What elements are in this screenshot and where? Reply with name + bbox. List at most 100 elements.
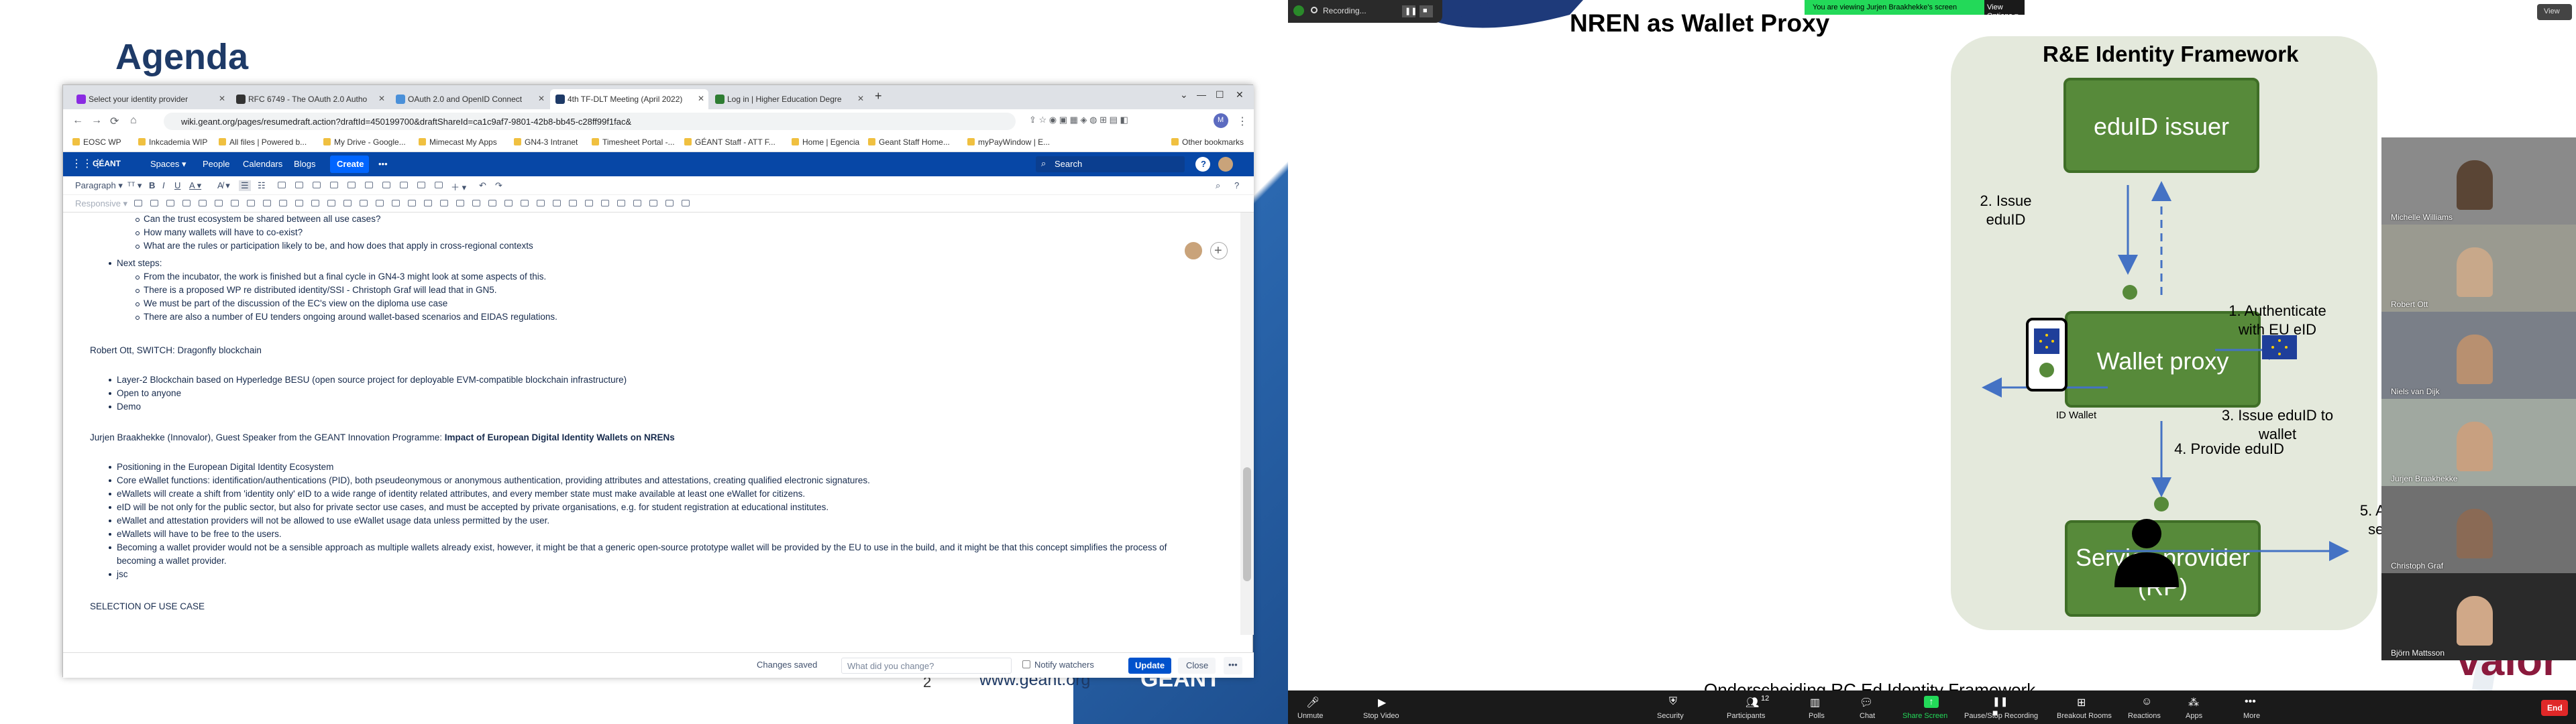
bookmark[interactable]: Home | Egencia — [792, 137, 859, 147]
align-right-icon[interactable] — [365, 182, 373, 188]
chevron-down-icon[interactable]: ⌄ — [1180, 89, 1188, 101]
list-item[interactable]: We must be part of the discussion of the… — [135, 297, 447, 310]
close-window-icon[interactable]: ✕ — [1236, 89, 1244, 101]
maximize-icon[interactable]: ☐ — [1216, 89, 1224, 101]
list-item[interactable]: Demo — [108, 400, 141, 414]
list-item[interactable]: There are also a number of EU tenders on… — [136, 310, 557, 324]
bold-button[interactable]: B — [149, 180, 155, 190]
table-tool-icon[interactable] — [327, 200, 335, 206]
list-item[interactable]: From the incubator, the work is finished… — [135, 270, 546, 284]
paragraph-select[interactable]: Paragraph ▾ — [75, 180, 123, 191]
nav-blogs[interactable]: Blogs — [294, 159, 316, 169]
table-tool-icon[interactable] — [665, 200, 674, 206]
list-item[interactable]: eID will be not only for the public sect… — [108, 501, 828, 514]
redo-icon[interactable]: ↷ — [495, 180, 502, 191]
help-icon[interactable]: ? — [1234, 180, 1239, 190]
minimize-icon[interactable]: — — [1197, 89, 1206, 100]
table-tool-icon[interactable] — [617, 200, 625, 206]
more-button[interactable]: More — [2243, 712, 2260, 720]
nav-spaces[interactable]: Spaces ▾ — [150, 159, 186, 170]
reactions-button[interactable]: Reactions — [2128, 712, 2161, 720]
update-button[interactable]: Update — [1128, 658, 1171, 674]
image-icon[interactable] — [435, 182, 443, 188]
table-tool-icon[interactable] — [472, 200, 480, 206]
outdent-icon[interactable] — [313, 182, 321, 188]
table-tool-icon[interactable] — [247, 200, 255, 206]
list-item[interactable]: How many wallets will have to co-exist? — [135, 226, 303, 239]
participant-video[interactable]: Björn Mattsson — [2381, 573, 2576, 660]
security-button[interactable]: Security — [1657, 712, 1684, 720]
view-button[interactable]: View — [2537, 4, 2572, 20]
bookmark[interactable]: My Drive - Google... — [323, 137, 406, 147]
participant-video[interactable]: Jurjen Braakhekke — [2381, 399, 2576, 486]
new-tab-icon[interactable]: + — [875, 89, 882, 103]
browser-tab[interactable]: Select your identity provider ✕ — [71, 89, 229, 109]
table-tool-icon[interactable] — [649, 200, 657, 206]
table-tool-icon[interactable] — [408, 200, 416, 206]
paragraph[interactable]: SELECTION OF USE CASE — [90, 600, 205, 613]
paragraph[interactable]: Jurjen Braakhekke (Innovalor), Guest Spe… — [90, 431, 675, 444]
nav-people[interactable]: People — [203, 159, 229, 169]
scrollbar-thumb[interactable] — [1243, 467, 1251, 581]
table-tool-icon[interactable] — [585, 200, 593, 206]
table-icon[interactable] — [417, 182, 425, 188]
layout-icon[interactable] — [382, 182, 390, 188]
table-tool-icon[interactable] — [504, 200, 513, 206]
list-item[interactable]: eWallets will create a shift from 'ident… — [108, 487, 805, 501]
scrollbar[interactable] — [1240, 213, 1254, 635]
confluence-logo[interactable]: GÉANT — [93, 159, 121, 168]
pause-stop-recording-button[interactable]: Pause/Stop Recording — [1964, 712, 2038, 720]
table-tool-icon[interactable] — [553, 200, 561, 206]
list-item[interactable]: What are the rules or participation like… — [136, 239, 533, 253]
bullet-list-button[interactable]: ☰ — [239, 180, 251, 191]
browser-tab[interactable]: Log in | Higher Education Degre ✕ — [710, 89, 868, 109]
table-tool-icon[interactable] — [360, 200, 368, 206]
table-tool-icon[interactable] — [263, 200, 271, 206]
bookmark[interactable]: Mimecast My Apps — [419, 137, 497, 147]
table-tool-icon[interactable] — [569, 200, 577, 206]
table-tool-icon[interactable] — [199, 200, 207, 206]
bookmark[interactable]: GÉANT Staff - ATT F... — [684, 137, 775, 147]
table-tool-icon[interactable] — [150, 200, 158, 206]
underline-button[interactable]: U — [174, 180, 180, 190]
numbered-list-button[interactable]: ☷ — [258, 180, 266, 191]
breakout-rooms-button[interactable]: Breakout Rooms — [2057, 712, 2112, 720]
close-icon[interactable]: ✕ — [219, 94, 225, 103]
share-screen-button[interactable]: Share Screen — [1902, 712, 1947, 720]
list-item[interactable]: Layer-2 Blockchain based on Hyperledge B… — [108, 373, 627, 387]
align-center-icon[interactable] — [347, 182, 356, 188]
table-tool-icon[interactable] — [295, 200, 303, 206]
list-item[interactable]: Can the trust ecosystem be shared betwee… — [135, 213, 380, 226]
find-icon[interactable]: ⌕ — [1216, 180, 1220, 191]
table-tool-icon[interactable] — [311, 200, 319, 206]
bookmark[interactable]: Geant Staff Home... — [868, 137, 950, 147]
participants-button[interactable]: Participants — [1727, 712, 1765, 720]
list-item[interactable]: Positioning in the European Digital Iden… — [108, 461, 333, 474]
table-tool-icon[interactable] — [376, 200, 384, 206]
table-tool-icon[interactable] — [521, 200, 529, 206]
bookmark[interactable]: EOSC WP — [72, 137, 121, 147]
participant-video[interactable]: Niels van Dijk — [2381, 312, 2576, 399]
extension-icons[interactable]: ⇪ ☆ ◉ ▣ ▦ ◈ ◍ ⊞ ▤ ◧ — [1029, 115, 1128, 125]
undo-icon[interactable]: ↶ — [479, 180, 486, 191]
table-tool-icon[interactable] — [231, 200, 239, 206]
list-item[interactable]: eWallets will have to be free to the use… — [109, 528, 282, 541]
table-tool-icon[interactable] — [537, 200, 545, 206]
stop-recording-button[interactable]: ■ — [1419, 5, 1433, 17]
search-input[interactable]: ⌕ Search — [1036, 156, 1185, 172]
table-tool-icon[interactable] — [166, 200, 174, 206]
link-icon[interactable] — [400, 182, 408, 188]
url-field[interactable]: wiki.geant.org/pages/resumedraft.action?… — [164, 113, 1016, 130]
polls-button[interactable]: Polls — [1809, 712, 1825, 720]
table-tool-icon[interactable] — [682, 200, 690, 206]
bookmark[interactable]: All files | Powered b... — [219, 137, 307, 147]
table-tool-icon[interactable] — [343, 200, 352, 206]
browser-tab[interactable]: RFC 6749 - The OAuth 2.0 Autho ✕ — [231, 89, 389, 109]
insert-more-button[interactable]: ＋ ▾ — [451, 180, 466, 193]
list-item[interactable]: Core eWallet functions: identification/a… — [109, 474, 870, 487]
table-tool-icon[interactable] — [440, 200, 448, 206]
reload-icon[interactable]: ⟳ — [110, 115, 119, 128]
kebab-menu-icon[interactable]: ⋮ — [1237, 115, 1248, 128]
apps-button[interactable]: Apps — [2186, 712, 2202, 720]
table-tool-icon[interactable] — [392, 200, 400, 206]
